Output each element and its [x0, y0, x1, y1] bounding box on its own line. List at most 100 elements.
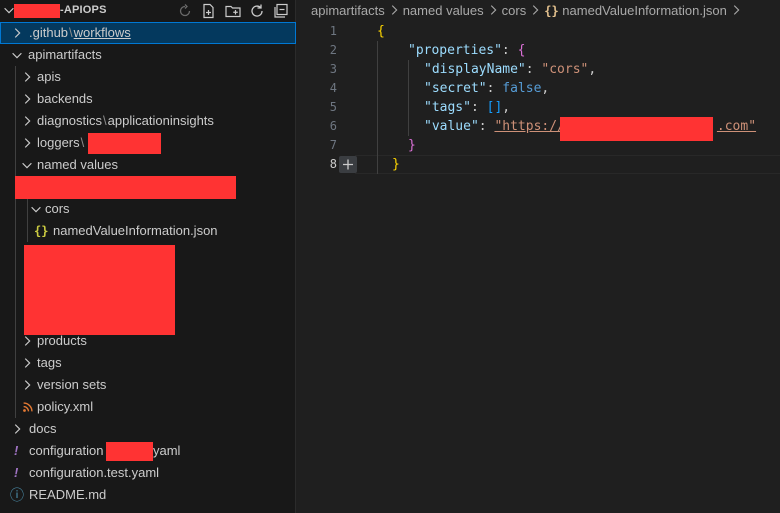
tree-item-policy-xml[interactable]: policy.xml	[0, 396, 296, 418]
chevron-right-icon	[20, 70, 34, 84]
breadcrumb-item[interactable]: namedValueInformation.json	[562, 3, 727, 18]
tree-item-github-workflows[interactable]: .github\workflows	[0, 22, 296, 44]
collapse-all-icon[interactable]	[272, 2, 290, 20]
yaml-file-icon: !	[14, 465, 19, 480]
tree-item-config-prod[interactable]: ! configuration yaml	[0, 440, 296, 462]
explorer-actions	[176, 2, 290, 20]
chevron-right-icon	[10, 422, 24, 436]
tree-item-named-value-json[interactable]: {} namedValueInformation.json	[0, 220, 296, 242]
tree-item-products[interactable]: products	[0, 330, 296, 352]
tree-item-label: README.md	[29, 487, 107, 502]
tree-item-docs[interactable]: docs	[0, 418, 296, 440]
refresh-pending-icon[interactable]	[176, 2, 194, 20]
code-line: "secret": false,	[424, 79, 549, 98]
json-key: "value"	[424, 119, 479, 134]
tree-item-label: docs	[29, 421, 57, 436]
line-number: 7	[329, 138, 337, 152]
line-number: 1	[329, 24, 337, 38]
json-boolean: false	[502, 81, 542, 96]
path-separator: \	[80, 135, 85, 150]
chevron-right-icon	[20, 92, 34, 106]
colon-token: :	[501, 43, 518, 58]
tree-item-label: workflows	[73, 25, 131, 40]
new-folder-icon[interactable]	[224, 2, 242, 20]
redacted-environment-name	[106, 442, 153, 461]
yaml-file-icon: !	[14, 443, 19, 458]
redacted-url-host	[560, 117, 713, 141]
tree-item-label: .github	[29, 25, 69, 40]
new-file-icon[interactable]	[200, 2, 218, 20]
chevron-right-icon	[729, 2, 743, 16]
explorer-title: -APIOPS	[60, 4, 107, 16]
json-file-icon: {}	[544, 4, 559, 18]
comma-token: ,	[588, 62, 597, 77]
tree-item-named-values[interactable]: named values	[0, 154, 296, 176]
tree-item-label: named values	[37, 157, 118, 172]
json-key: "displayName"	[424, 62, 526, 77]
code-line: }	[408, 136, 416, 155]
tree-item-label: tags	[37, 355, 62, 370]
redacted-repo-name	[14, 4, 60, 18]
code-line: }	[392, 155, 400, 174]
redacted-tree-items	[24, 245, 175, 335]
brace-token: {	[517, 43, 526, 58]
tree-item-label: backends	[37, 91, 93, 106]
comma-token: ,	[502, 100, 511, 115]
tree-item-readme[interactable]: ⓘ README.md	[0, 484, 296, 506]
line-number: 8	[329, 157, 337, 171]
chevron-right-icon	[528, 2, 542, 16]
tree-item-label: yaml	[153, 443, 181, 458]
chevron-right-icon	[20, 356, 34, 370]
redacted-tree-items	[15, 176, 236, 199]
comma-token: ,	[541, 81, 550, 96]
line-number: 3	[329, 62, 337, 76]
breadcrumb-item[interactable]: cors	[502, 3, 527, 18]
chevron-down-icon	[10, 48, 24, 62]
chevron-right-icon	[20, 114, 34, 128]
json-string: "cors"	[541, 62, 589, 77]
breadcrumb-item[interactable]: named values	[403, 3, 484, 18]
tree-item-tags[interactable]: tags	[0, 352, 296, 374]
line-number: 2	[329, 43, 337, 57]
brace-token: {	[377, 24, 385, 39]
tree-item-label: namedValueInformation.json	[53, 223, 218, 238]
json-array: []	[486, 100, 503, 115]
tree-item-diagnostics[interactable]: diagnostics\applicationinsights	[0, 110, 296, 132]
brace-token: }	[408, 138, 416, 153]
json-key: "tags"	[424, 100, 471, 115]
tree-item-config-test[interactable]: ! configuration.test.yaml	[0, 462, 296, 484]
chevron-right-icon	[486, 2, 500, 16]
json-string-url[interactable]: "https://	[494, 119, 564, 134]
code-line: "tags": [],	[424, 98, 510, 117]
chevron-down-icon	[20, 158, 34, 172]
explorer-header[interactable]: -APIOPS	[0, 0, 296, 22]
tree-item-apimartifacts[interactable]: apimartifacts	[0, 44, 296, 66]
breadcrumb: apimartifacts named values cors {} namedVal…	[297, 0, 780, 22]
chevron-right-icon	[20, 378, 34, 392]
colon-token: :	[486, 81, 503, 96]
chevron-right-icon	[20, 334, 34, 348]
tree-item-version-sets[interactable]: version sets	[0, 374, 296, 396]
tree-item-label: diagnostics	[37, 113, 103, 128]
code-line: {	[377, 22, 385, 41]
add-icon[interactable]	[339, 156, 357, 173]
chevron-down-icon	[29, 202, 43, 216]
refresh-icon[interactable]	[248, 2, 266, 20]
tree-item-loggers[interactable]: loggers\	[0, 132, 296, 154]
tree-item-label: applicationinsights	[107, 113, 214, 128]
chevron-right-icon	[387, 2, 401, 16]
json-file-icon: {}	[34, 224, 49, 238]
json-string-url[interactable]: .com"	[717, 119, 756, 134]
json-key: "properties"	[408, 43, 502, 58]
tree-item-label: loggers	[37, 135, 80, 150]
tree-item-label: apis	[37, 69, 61, 84]
breadcrumb-item[interactable]: apimartifacts	[311, 3, 385, 18]
rss-feed-icon	[21, 400, 35, 414]
json-key: "secret"	[424, 81, 487, 96]
code-line: "properties": {	[408, 41, 525, 60]
tree-item-apis[interactable]: apis	[0, 66, 296, 88]
code-editor[interactable]: apimartifacts named values cors {} namedVal…	[297, 0, 780, 513]
tree-item-backends[interactable]: backends	[0, 88, 296, 110]
line-number: 4	[329, 81, 337, 95]
tree-item-cors[interactable]: cors	[0, 198, 296, 220]
